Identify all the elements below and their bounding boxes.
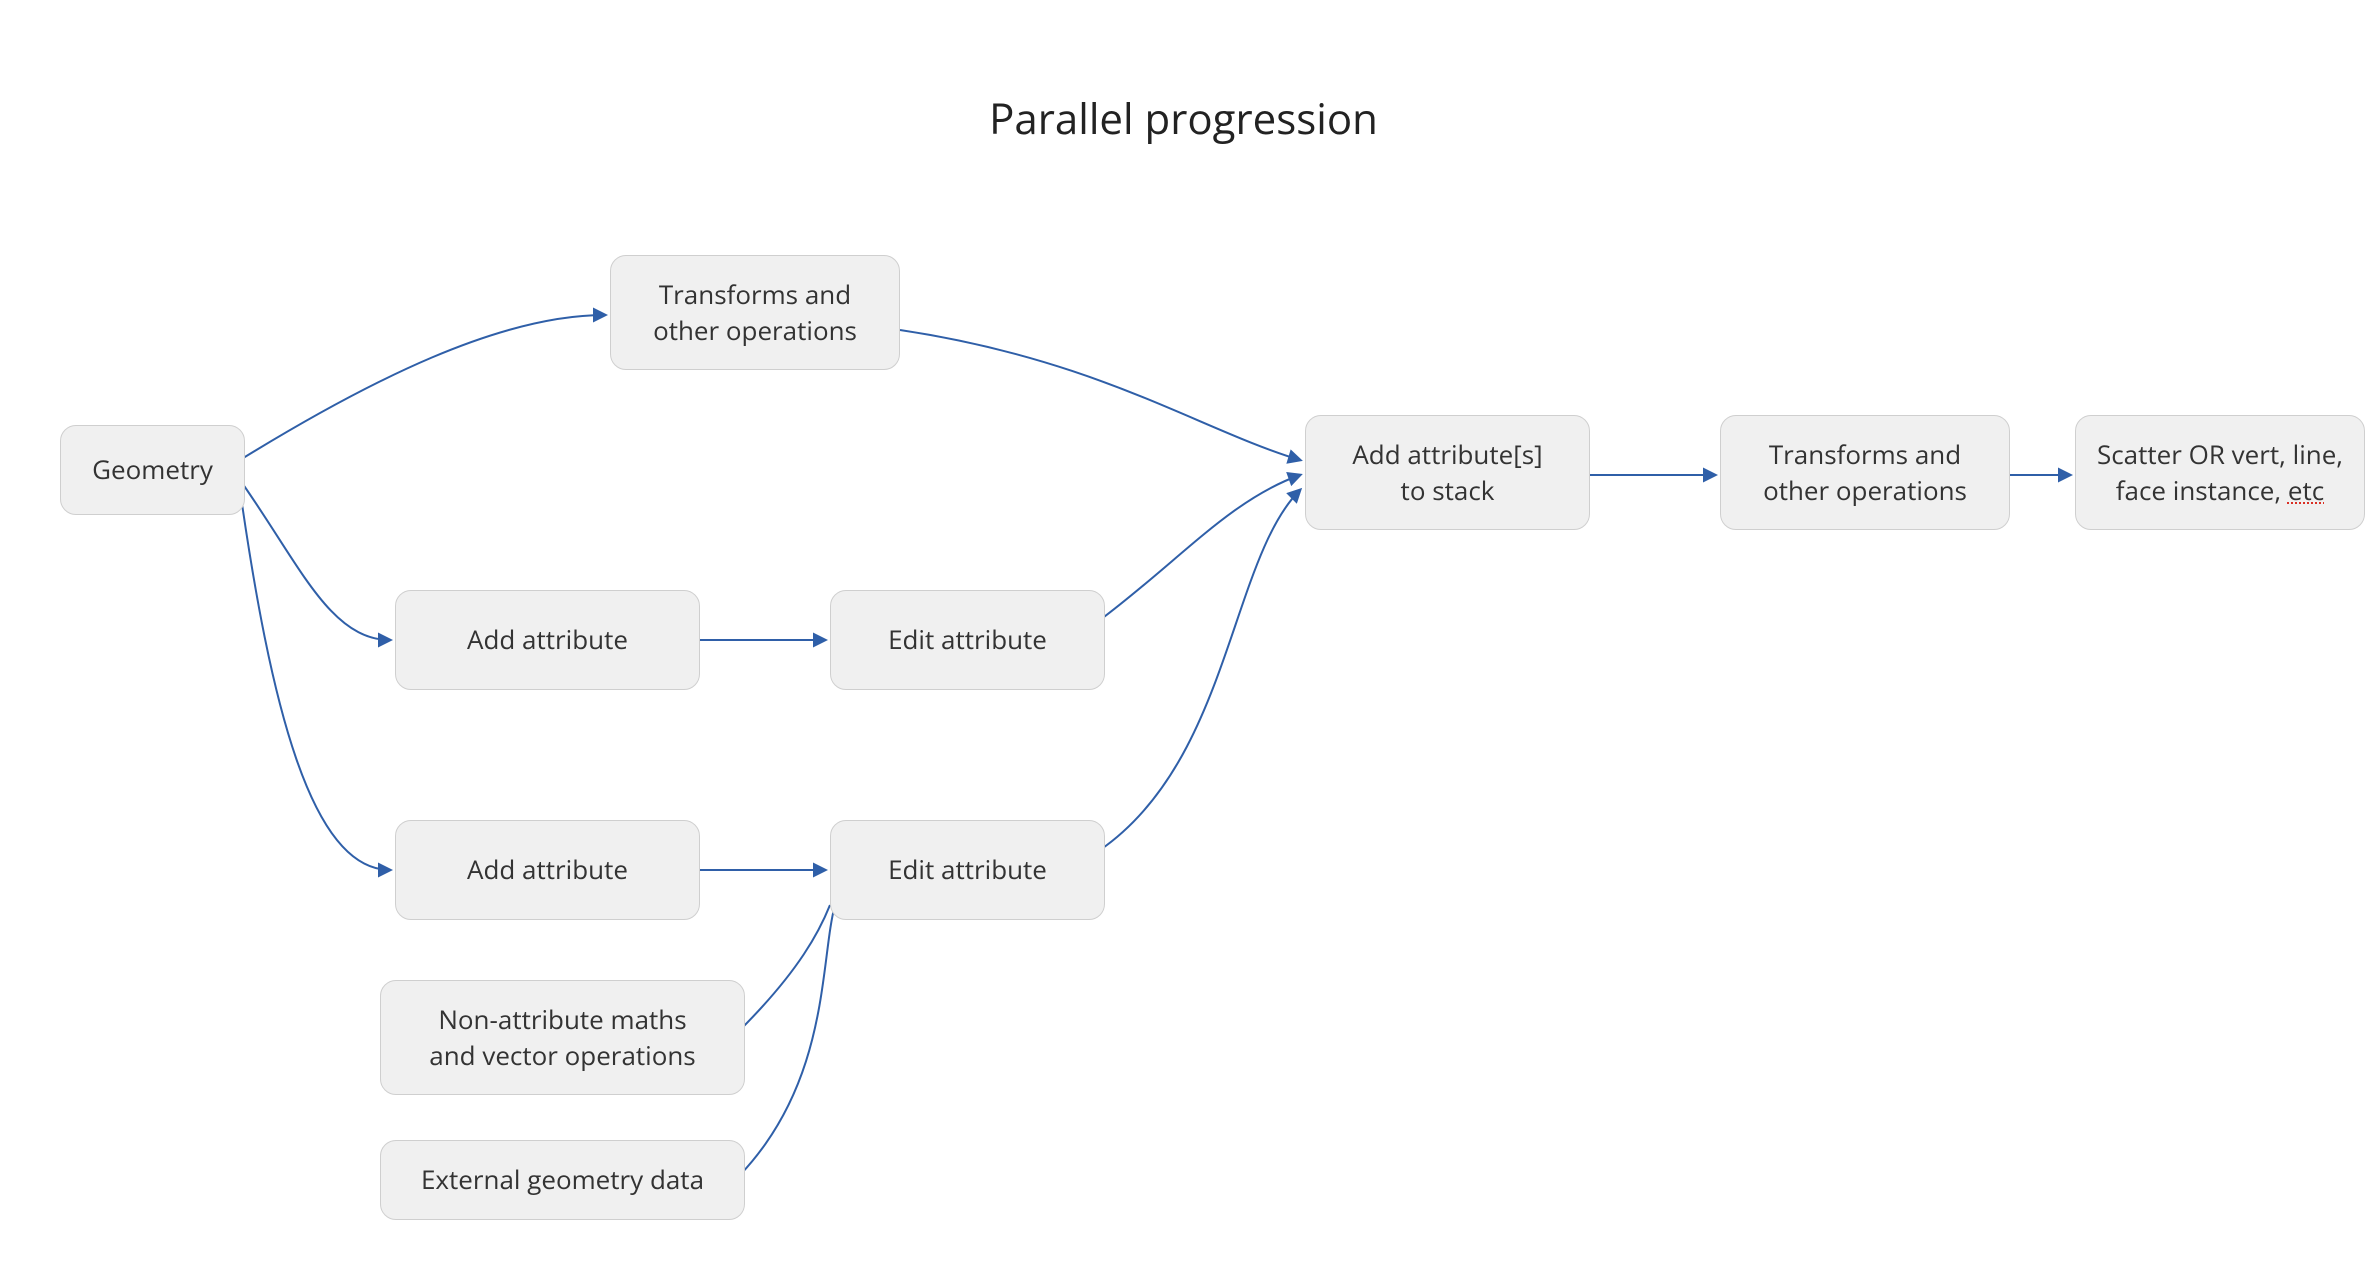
node-transforms-ops-1[interactable]: Transforms and other operations [610,255,900,370]
node-label: Transforms and other operations [1763,437,1967,507]
diagram-edges [0,0,2367,1273]
node-label: Add attribute [467,622,628,657]
node-edit-attribute-b[interactable]: Edit attribute [830,820,1105,920]
node-label: External geometry data [421,1162,704,1197]
node-transforms-ops-2[interactable]: Transforms and other operations [1720,415,2010,530]
node-label: Add attribute [467,852,628,887]
node-label: Transforms and other operations [653,277,857,347]
node-label: Geometry [92,452,213,487]
node-label: Edit attribute [888,852,1047,887]
diagram-title: Parallel progression [0,90,2367,147]
node-label: Edit attribute [888,622,1047,657]
node-add-attributes-to-stack[interactable]: Add attribute[s] to stack [1305,415,1590,530]
node-external-geometry-data[interactable]: External geometry data [380,1140,745,1220]
node-edit-attribute-a[interactable]: Edit attribute [830,590,1105,690]
node-geometry[interactable]: Geometry [60,425,245,515]
node-label: Non-attribute maths and vector operation… [429,1002,695,1072]
node-non-attribute-maths[interactable]: Non-attribute maths and vector operation… [380,980,745,1095]
node-add-attribute-a[interactable]: Add attribute [395,590,700,690]
node-label: Add attribute[s] to stack [1352,437,1542,507]
node-label: Scatter OR vert, line, face instance, et… [2097,437,2343,507]
diagram-canvas: Parallel progression [0,0,2367,1273]
node-add-attribute-b[interactable]: Add attribute [395,820,700,920]
node-scatter-instance[interactable]: Scatter OR vert, line, face instance, et… [2075,415,2365,530]
